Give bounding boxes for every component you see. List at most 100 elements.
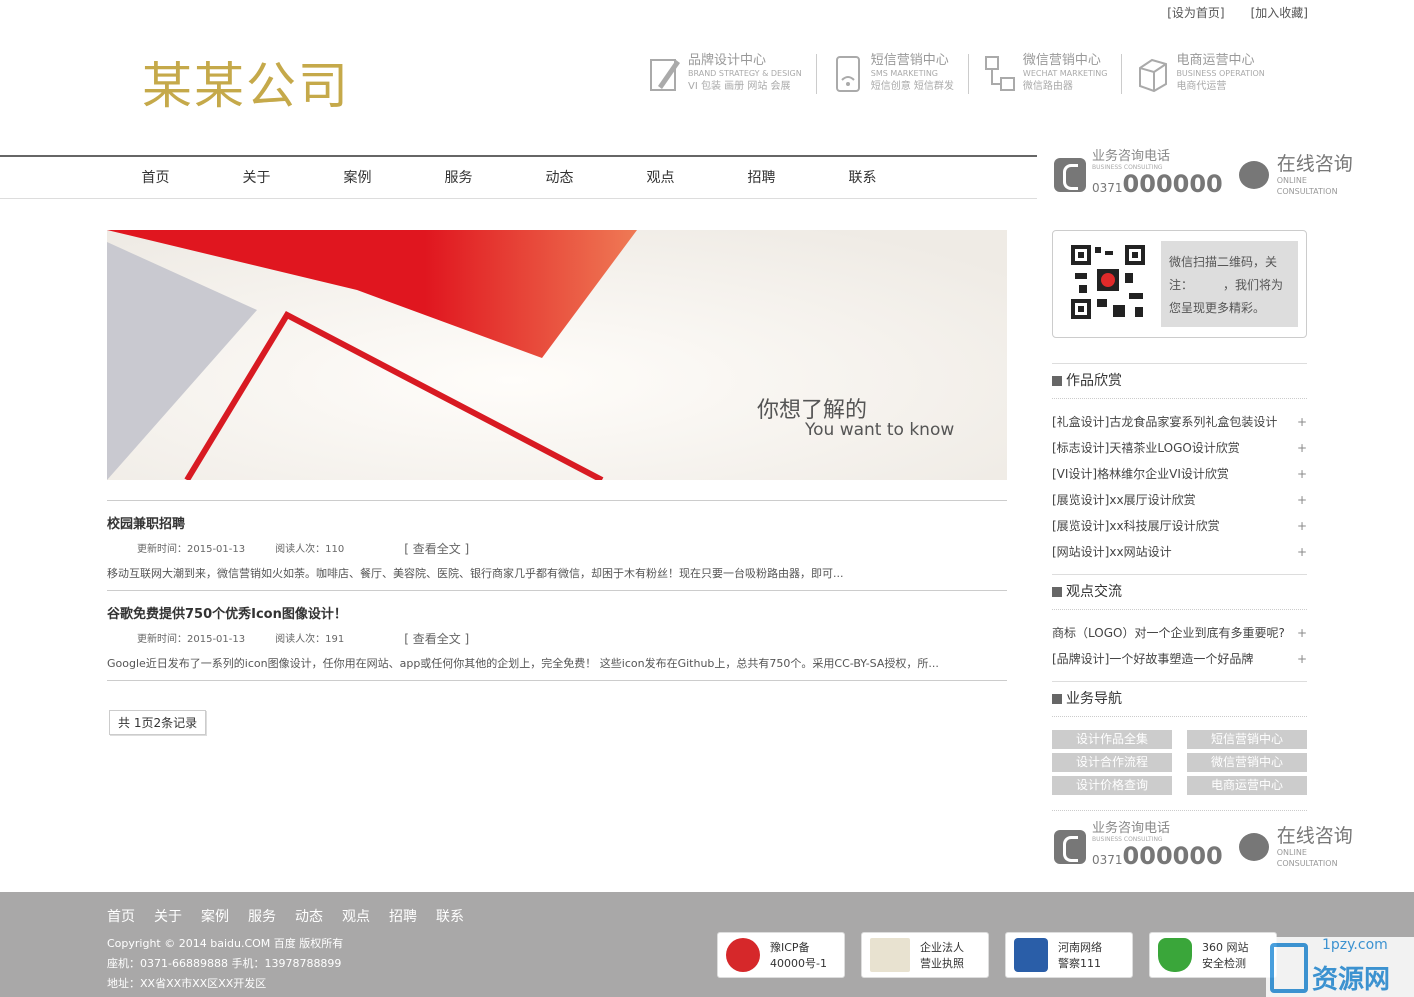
list-item[interactable]: [标志设计]天禧茶业LOGO设计欣赏 + bbox=[1052, 435, 1307, 461]
footer-nav-about[interactable]: 关于 bbox=[154, 906, 182, 926]
list-item[interactable]: 商标（LOGO）对一个企业到底有多重要呢? + bbox=[1052, 620, 1307, 646]
service-brand-design[interactable]: 品牌设计中心 BRAND STRATEGY & DESIGN VI 包装 画册 网站… bbox=[648, 54, 817, 94]
footer-info: Copyright © 2014 baidu.COM 百度 版权所有 座机：03… bbox=[107, 934, 343, 994]
hero-banner[interactable]: 你想了解的 You want to know bbox=[107, 230, 1007, 480]
divider bbox=[1052, 810, 1307, 811]
biz-link[interactable]: 设计合作流程 bbox=[1052, 753, 1172, 772]
address: 地址：XX省XX市XX区XX开发区 bbox=[107, 977, 267, 990]
views-section-title: 观点交流 bbox=[1052, 574, 1307, 610]
biz-nav: 设计作品全集 短信营销中心 设计合作流程 微信营销中心 设计价格查询 电商运营中… bbox=[1052, 730, 1307, 795]
article-title[interactable]: 谷歌免费提供750个优秀Icon图像设计！ bbox=[107, 603, 1007, 622]
works-list: [礼盒设计]古龙食品家宴系列礼盒包装设计 + [标志设计]天禧茶业LOGO设计欣赏… bbox=[1052, 409, 1307, 565]
article-list: 校园兼职招聘 更新时间：2015-01-13 阅读人次：110 [ 查看全文 ]… bbox=[107, 500, 1007, 681]
add-favorite-link[interactable]: [加入收藏] bbox=[1251, 4, 1308, 21]
article-date: 更新时间：2015-01-13 bbox=[137, 544, 246, 555]
biz-section-title: 业务导航 bbox=[1052, 681, 1307, 717]
footer-nav-jobs[interactable]: 招聘 bbox=[389, 906, 417, 926]
biz-link[interactable]: 设计作品全集 bbox=[1052, 730, 1172, 749]
phone-icon bbox=[1054, 158, 1086, 192]
chat-bubble-icon[interactable] bbox=[1238, 833, 1269, 861]
read-more-link[interactable]: [ 查看全文 ] bbox=[404, 630, 469, 647]
footer: 首页 关于 案例 服务 动态 观点 招聘 联系 Copyright © 2014… bbox=[0, 892, 1414, 997]
consult-bottom: 业务咨询电话 BUSINESS CONSULTING 0371000000 在线… bbox=[1054, 822, 1353, 872]
nav-contact[interactable]: 联系 bbox=[812, 157, 913, 199]
license-badge[interactable]: 企业法人 营业执照 bbox=[861, 932, 989, 978]
contact-phone: 座机：0371-66889888 手机：13978788899 bbox=[107, 957, 342, 970]
biz-link[interactable]: 电商运营中心 bbox=[1187, 776, 1307, 795]
views-list: 商标（LOGO）对一个企业到底有多重要呢? + [品牌设计]一个好故事塑造一个好品… bbox=[1052, 620, 1307, 672]
read-more-link[interactable]: [ 查看全文 ] bbox=[404, 540, 469, 557]
works-section-title: 作品欣赏 bbox=[1052, 363, 1307, 399]
footer-nav-contact[interactable]: 联系 bbox=[436, 906, 464, 926]
nav-services[interactable]: 服务 bbox=[408, 157, 509, 199]
plus-icon: + bbox=[1296, 415, 1307, 429]
list-item[interactable]: [VI设计]格林维尔企业VI设计欣赏 + bbox=[1052, 461, 1307, 487]
emblem-icon bbox=[726, 938, 760, 972]
icp-badge[interactable]: 豫ICP备 40000号-1 bbox=[717, 932, 845, 978]
plus-icon: + bbox=[1296, 467, 1307, 481]
qr-code bbox=[1069, 243, 1147, 321]
online-consult-link[interactable]: 在线咨询 bbox=[1277, 153, 1353, 175]
list-item[interactable]: [礼盒设计]古龙食品家宴系列礼盒包装设计 + bbox=[1052, 409, 1307, 435]
online-consult-link[interactable]: 在线咨询 bbox=[1277, 825, 1353, 847]
consult-phone-label: 业务咨询电话 bbox=[1092, 821, 1171, 836]
list-item[interactable]: [展览设计]xx展厅设计欣赏 + bbox=[1052, 487, 1307, 513]
pencil-icon bbox=[650, 59, 680, 91]
footer-nav-cases[interactable]: 案例 bbox=[201, 906, 229, 926]
phone-icon bbox=[1054, 830, 1086, 864]
consult-phone-number: 0371000000 bbox=[1092, 842, 1223, 870]
watermark-logo: 1pzy.com 资源网 bbox=[1266, 937, 1414, 997]
article-item: 校园兼职招聘 更新时间：2015-01-13 阅读人次：110 [ 查看全文 ]… bbox=[107, 501, 1007, 591]
footer-nav-views[interactable]: 观点 bbox=[342, 906, 370, 926]
plus-icon: + bbox=[1296, 652, 1307, 666]
nav-news[interactable]: 动态 bbox=[509, 157, 610, 199]
plus-icon: + bbox=[1296, 493, 1307, 507]
network-icon bbox=[984, 56, 1015, 91]
nav-cases[interactable]: 案例 bbox=[307, 157, 408, 199]
article-title[interactable]: 校园兼职招聘 bbox=[107, 513, 1007, 532]
list-item[interactable]: [展览设计]xx科技展厅设计欣赏 + bbox=[1052, 513, 1307, 539]
police-icon bbox=[1014, 938, 1048, 972]
phone-icon bbox=[835, 56, 860, 92]
footer-nav-services[interactable]: 服务 bbox=[248, 906, 276, 926]
top-links: [设为首页] [加入收藏] bbox=[1167, 4, 1308, 21]
set-homepage-link[interactable]: [设为首页] bbox=[1167, 4, 1224, 21]
article-views: 阅读人次：191 bbox=[275, 634, 345, 645]
list-item[interactable]: [品牌设计]一个好故事塑造一个好品牌 + bbox=[1052, 646, 1307, 672]
copyright: Copyright © 2014 baidu.COM 百度 版权所有 bbox=[107, 937, 344, 950]
chat-bubble-icon[interactable] bbox=[1238, 161, 1269, 189]
company-logo[interactable]: 某某公司 bbox=[142, 46, 350, 118]
nav-about[interactable]: 关于 bbox=[206, 157, 307, 199]
service-sms-marketing[interactable]: 短信营销中心 SMS MARKETING 短信创意 短信群发 bbox=[831, 54, 969, 94]
nav-home[interactable]: 首页 bbox=[105, 157, 206, 199]
cube-icon bbox=[1139, 58, 1168, 93]
biz-link[interactable]: 设计价格查询 bbox=[1052, 776, 1172, 795]
article-item: 谷歌免费提供750个优秀Icon图像设计！ 更新时间：2015-01-13 阅读… bbox=[107, 591, 1007, 681]
plus-icon: + bbox=[1296, 545, 1307, 559]
article-summary: Google近日发布了一系列的icon图像设计，任你用在网站、app或任何你其他… bbox=[107, 657, 939, 670]
main-nav: 首页 关于 案例 服务 动态 观点 招聘 联系 bbox=[0, 155, 1037, 199]
plus-icon: + bbox=[1296, 519, 1307, 533]
biz-link[interactable]: 短信营销中心 bbox=[1187, 730, 1307, 749]
nav-views[interactable]: 观点 bbox=[610, 157, 711, 199]
certificate-icon bbox=[870, 938, 910, 972]
article-summary: 移动互联网大潮到来，微信营销如火如荼。咖啡店、餐厅、美容院、医院、银行商家几乎都… bbox=[107, 567, 844, 580]
footer-nav-news[interactable]: 动态 bbox=[295, 906, 323, 926]
qr-description: 微信扫描二维码，关注： ，我们将为您呈现更多精彩。 bbox=[1161, 241, 1298, 327]
footer-nav-home[interactable]: 首页 bbox=[107, 906, 135, 926]
plus-icon: + bbox=[1296, 626, 1307, 640]
service-ecommerce[interactable]: 电商运营中心 BUSINESS OPERATION 电商代运营 bbox=[1136, 54, 1278, 94]
nav-jobs[interactable]: 招聘 bbox=[711, 157, 812, 199]
wechat-qr-box: 微信扫描二维码，关注： ，我们将为您呈现更多精彩。 bbox=[1052, 230, 1307, 338]
footer-nav: 首页 关于 案例 服务 动态 观点 招聘 联系 bbox=[107, 906, 464, 926]
security-badge[interactable]: 360 网站 安全检测 bbox=[1149, 932, 1277, 978]
service-wechat-marketing[interactable]: 微信营销中心 WECHAT MARKETING 微信路由器 bbox=[983, 54, 1123, 94]
banner-graphic bbox=[107, 230, 1007, 480]
biz-link[interactable]: 微信营销中心 bbox=[1187, 753, 1307, 772]
consult-phone-label: 业务咨询电话 bbox=[1092, 149, 1171, 164]
police-badge[interactable]: 河南网络 警察111 bbox=[1005, 932, 1133, 978]
consult-top: 业务咨询电话 BUSINESS CONSULTING 0371000000 在线… bbox=[1054, 150, 1353, 200]
service-centers: 品牌设计中心 BRAND STRATEGY & DESIGN VI 包装 画册 网站… bbox=[648, 54, 1293, 94]
list-item[interactable]: [网站设计]xx网站设计 + bbox=[1052, 539, 1307, 565]
pagination-info: 共 1页2条记录 bbox=[109, 710, 207, 735]
